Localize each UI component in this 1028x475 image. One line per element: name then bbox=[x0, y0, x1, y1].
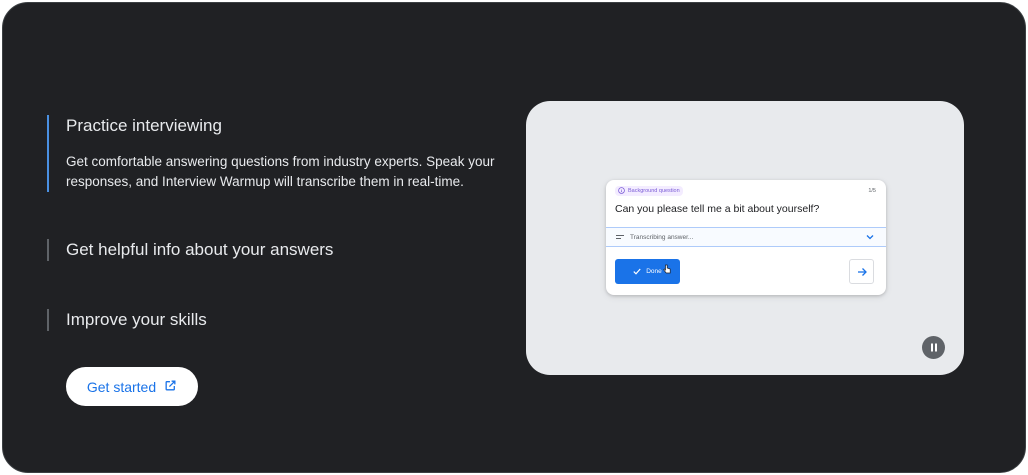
lines-icon bbox=[616, 234, 624, 240]
feature-title: Practice interviewing bbox=[66, 116, 222, 135]
question-tag: Background question bbox=[615, 186, 683, 196]
question-text: Can you please tell me a bit about yours… bbox=[615, 203, 820, 215]
question-count: 1/5 bbox=[868, 188, 876, 194]
feature-panel: Practice interviewing Get comfortable an… bbox=[2, 2, 1026, 473]
feature-title: Get helpful info about your answers bbox=[66, 240, 334, 259]
demo-preview: Background question 1/5 Can you please t… bbox=[526, 101, 964, 375]
cursor-hand-icon bbox=[663, 264, 671, 274]
done-button[interactable]: Done bbox=[615, 259, 680, 284]
open-in-new-icon bbox=[164, 379, 177, 395]
done-label: Done bbox=[646, 268, 662, 275]
feature-improve-skills[interactable]: Improve your skills bbox=[47, 309, 207, 331]
feature-practice-interviewing[interactable]: Practice interviewing Get comfortable an… bbox=[47, 115, 496, 192]
info-icon bbox=[618, 186, 625, 196]
feature-helpful-info[interactable]: Get helpful info about your answers bbox=[47, 239, 333, 261]
check-icon bbox=[633, 268, 641, 275]
question-card: Background question 1/5 Can you please t… bbox=[606, 180, 886, 295]
transcript-toggle[interactable]: Transcribing answer... bbox=[606, 227, 886, 247]
pause-icon bbox=[930, 343, 938, 352]
get-started-button[interactable]: Get started bbox=[66, 367, 198, 406]
transcribing-status: Transcribing answer... bbox=[630, 233, 694, 241]
get-started-label: Get started bbox=[86, 378, 157, 395]
feature-title: Improve your skills bbox=[66, 310, 207, 329]
feature-description: Get comfortable answering questions from… bbox=[66, 154, 495, 189]
next-question-button[interactable] bbox=[849, 259, 874, 284]
pause-button[interactable] bbox=[922, 336, 945, 359]
arrow-right-icon bbox=[857, 267, 867, 277]
chevron-down-icon[interactable] bbox=[866, 234, 874, 240]
question-tag-label: Background question bbox=[628, 188, 680, 194]
